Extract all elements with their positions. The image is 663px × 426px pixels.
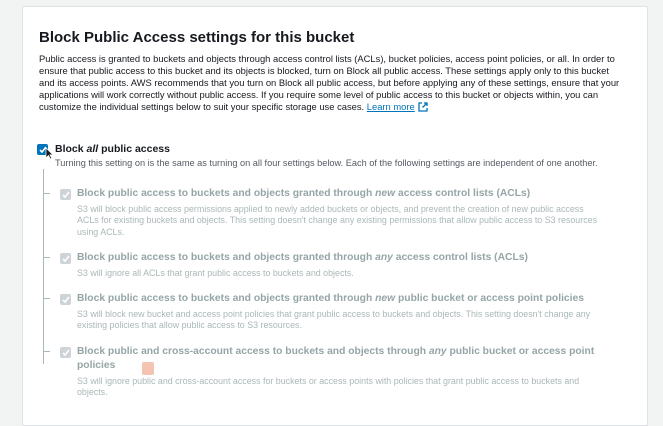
setting-checkbox[interactable] <box>60 347 71 358</box>
setting-checkbox[interactable] <box>60 189 71 200</box>
description-line: ensure that public access to this bucket… <box>39 65 609 77</box>
panel-title: Block Public Access settings for this bu… <box>39 29 355 46</box>
setting-description: S3 will ignore public and cross-account … <box>77 376 579 399</box>
setting-checkbox[interactable] <box>60 294 71 305</box>
setting-label-em: any <box>375 252 393 263</box>
setting-label-post: public bucket or access point policies <box>395 293 584 304</box>
setting-description-line: S3 will ignore all ACLs that grant publi… <box>77 268 354 278</box>
checkmark-icon <box>62 191 70 199</box>
checkmark-icon <box>62 296 70 304</box>
tree-connector-line <box>43 169 44 364</box>
setting-label-post: access control lists (ACLs) <box>392 252 528 263</box>
setting-label-pre: Block public access to buckets and objec… <box>77 188 376 199</box>
setting-description-line: ACLs for existing buckets and objects. T… <box>77 215 598 226</box>
tree-connector-branch <box>43 257 50 258</box>
checkmark-icon <box>62 255 70 263</box>
setting-checkbox[interactable] <box>60 253 71 264</box>
description-line: customize the individual settings below … <box>39 101 639 115</box>
setting-label-line: Block public and cross-account access to… <box>77 345 594 359</box>
setting-label-line: policies <box>77 360 116 371</box>
block-all-label[interactable]: Block all public access <box>55 143 170 155</box>
panel-description: Public access is granted to buckets and … <box>39 53 639 115</box>
setting-label-em: any <box>428 346 447 357</box>
setting-label-post: public bucket or access point <box>446 346 595 357</box>
tree-connector-branch <box>43 298 50 299</box>
setting-label-pre: Block public access to buckets and objec… <box>77 252 376 263</box>
block-all-label-em: all <box>86 143 99 155</box>
block-all-label-pre: Block <box>55 143 87 155</box>
setting-description-line: using ACLs. <box>77 226 125 237</box>
tree-connector-branch <box>43 351 50 352</box>
mouse-cursor-icon <box>45 147 54 165</box>
tree-connector-branch <box>43 193 50 194</box>
description-line: Public access is granted to buckets and … <box>39 53 615 64</box>
block-public-access-panel: Block Public Access settings for this bu… <box>22 6 648 426</box>
setting-label[interactable]: Block public and cross-account access to… <box>77 345 594 373</box>
description-line: and its access points. AWS recommends th… <box>39 77 620 89</box>
setting-description-line: S3 will block new bucket and access poin… <box>77 309 591 319</box>
external-link-icon[interactable] <box>418 102 428 115</box>
setting-label-em: new <box>375 188 396 199</box>
description-line: applications will work correctly without… <box>39 89 599 101</box>
setting-description: S3 will ignore all ACLs that grant publi… <box>77 268 354 279</box>
setting-label-pre: Block public access to buckets and objec… <box>77 293 376 304</box>
setting-description-line: objects. <box>77 387 108 398</box>
setting-label-em: new <box>375 293 396 304</box>
setting-label[interactable]: Block public access to buckets and objec… <box>77 187 530 201</box>
setting-description-line: S3 will ignore public and cross-account … <box>77 376 580 386</box>
setting-label-post: access control lists (ACLs) <box>395 188 531 199</box>
setting-description: S3 will block new bucket and access poin… <box>77 309 590 332</box>
learn-more-link[interactable]: Learn more <box>367 101 415 112</box>
setting-label[interactable]: Block public access to buckets and objec… <box>77 292 584 306</box>
setting-label-pre: Block public and cross-account access to… <box>77 346 429 357</box>
setting-description-line: S3 will block public access permissions … <box>77 204 584 214</box>
checkmark-icon <box>62 349 70 357</box>
block-all-label-post: public access <box>98 143 170 155</box>
setting-label[interactable]: Block public access to buckets and objec… <box>77 251 528 265</box>
block-all-subtitle: Turning this setting on is the same as t… <box>55 158 598 168</box>
setting-description: S3 will block public access permissions … <box>77 204 597 238</box>
setting-description-line: existing policies that allow public acce… <box>77 320 302 331</box>
description-line-text: customize the individual settings below … <box>39 101 365 113</box>
overlay-badge-icon <box>142 362 154 375</box>
